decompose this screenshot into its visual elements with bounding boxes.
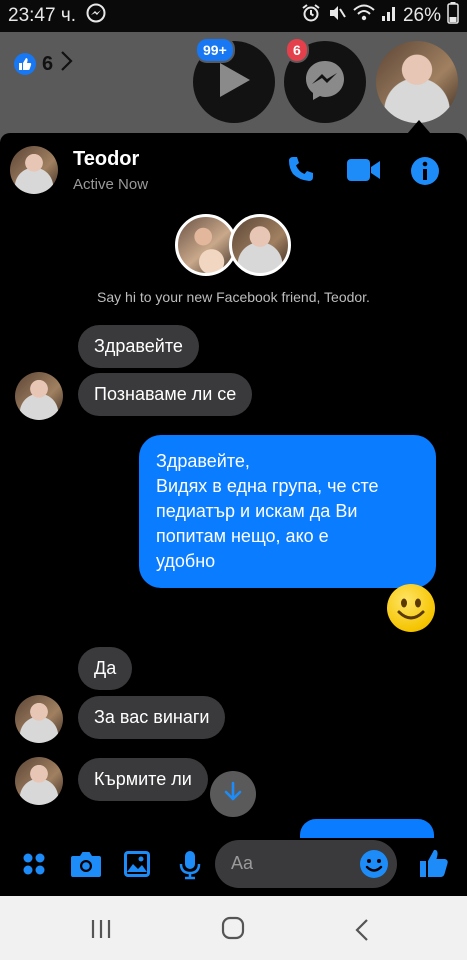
panel-pointer xyxy=(407,120,431,134)
contact-status: Active Now xyxy=(73,176,149,193)
info-icon[interactable] xyxy=(409,155,441,192)
chathead-teodor-avatar[interactable] xyxy=(376,41,458,123)
message-bubble-incoming[interactable]: Кърмите ли xyxy=(78,758,208,801)
message-line: педиатър и искам да Ви xyxy=(156,501,358,521)
message-line: Здравейте, xyxy=(156,451,250,471)
message-input-placeholder: Aa xyxy=(231,853,254,873)
teodor-intro-avatar xyxy=(229,214,291,276)
recent-apps-icon[interactable] xyxy=(90,918,112,945)
message-line: попитам нещо, ако е xyxy=(156,526,329,546)
background-likes: 6 xyxy=(14,50,73,78)
smile-emoji-message[interactable] xyxy=(387,584,435,632)
wifi-icon xyxy=(353,4,375,28)
back-icon[interactable] xyxy=(354,918,370,947)
sender-avatar[interactable] xyxy=(15,757,63,805)
messenger-icon xyxy=(86,3,106,29)
intro-text: Say hi to your new Facebook friend, Teod… xyxy=(97,289,370,305)
messenger-badge: 6 xyxy=(285,37,309,63)
contact-name[interactable]: Teodor xyxy=(73,148,139,171)
messenger-icon xyxy=(302,57,348,108)
message-bubble-incoming[interactable]: Здравейте xyxy=(78,325,199,368)
battery-level: 26% xyxy=(402,5,441,26)
message-line: удобно xyxy=(156,551,216,571)
message-bubble-incoming[interactable]: Да xyxy=(78,647,133,690)
scroll-down-button[interactable] xyxy=(210,771,256,817)
signal-icon xyxy=(381,4,397,28)
status-time: 23:47 ч. xyxy=(8,5,77,26)
chevron-right-icon xyxy=(59,50,73,78)
mute-icon xyxy=(327,3,347,29)
message-bubble-incoming[interactable]: Познаваме ли се xyxy=(78,373,253,416)
gallery-icon[interactable] xyxy=(123,850,151,883)
message-line: Видях в една група, че сте xyxy=(156,476,379,496)
menu-dots-icon[interactable] xyxy=(22,852,46,881)
phone-icon[interactable] xyxy=(286,154,316,189)
play-icon xyxy=(214,60,254,105)
video-call-icon[interactable] xyxy=(347,158,381,187)
alarm-icon xyxy=(301,3,321,29)
sender-avatar[interactable] xyxy=(15,372,63,420)
status-bar: 23:47 ч. 26% xyxy=(0,0,467,32)
like-count: 6 xyxy=(42,52,54,75)
header-avatar[interactable] xyxy=(10,146,58,194)
sender-avatar[interactable] xyxy=(15,695,63,743)
microphone-icon[interactable] xyxy=(178,850,202,885)
emoji-icon[interactable] xyxy=(359,849,389,884)
video-badge: 99+ xyxy=(195,37,235,63)
message-bubble-outgoing[interactable]: Здравейте, Видях в една група, че сте пе… xyxy=(139,435,436,588)
message-bubble-outgoing-partial xyxy=(300,819,434,839)
home-icon[interactable] xyxy=(221,916,245,945)
arrow-down-icon xyxy=(223,781,243,808)
message-bubble-incoming[interactable]: За вас винаги xyxy=(78,696,226,739)
battery-icon xyxy=(447,2,459,30)
my-avatar xyxy=(175,214,237,276)
like-thumb-icon[interactable] xyxy=(418,847,450,884)
camera-icon[interactable] xyxy=(70,850,102,883)
like-thumb-icon xyxy=(14,53,36,75)
